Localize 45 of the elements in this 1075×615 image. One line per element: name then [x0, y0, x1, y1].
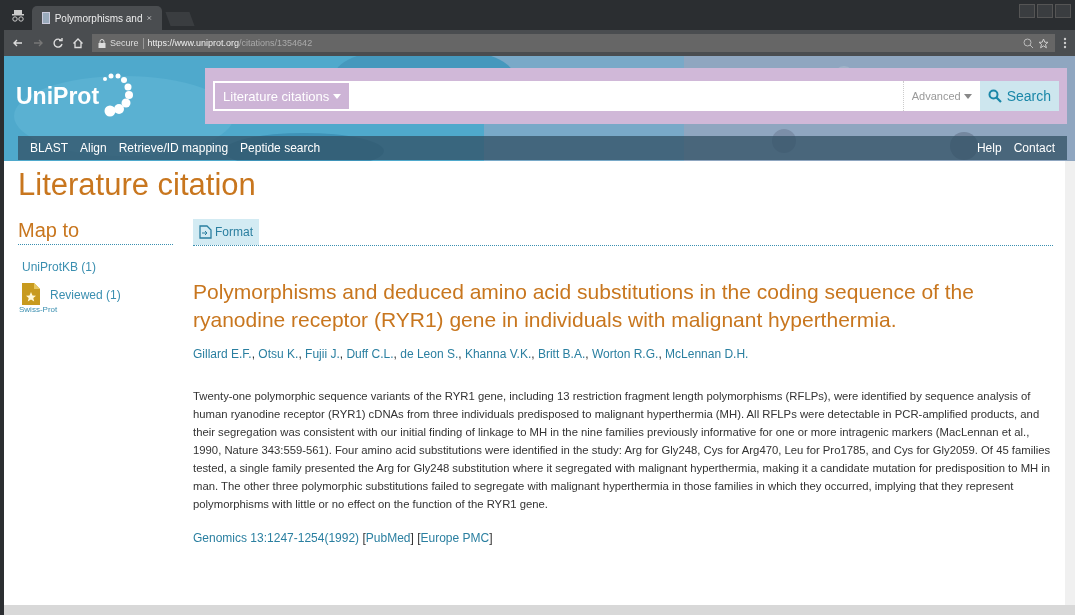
- nav-link[interactable]: Peptide search: [234, 141, 327, 155]
- journal-link[interactable]: Genomics 13:1247-1254(1992): [193, 531, 360, 546]
- nav-link[interactable]: Retrieve/ID mapping: [112, 141, 235, 155]
- logo-text[interactable]: UniProt: [16, 82, 100, 110]
- citation-line: Genomics 13:1247-1254(1992) [PubMed] [Europe PMC]: [193, 531, 494, 546]
- nav-link[interactable]: Help: [970, 141, 1008, 155]
- author-link[interactable]: Fujii J.: [305, 346, 340, 361]
- article-title: Polymorphisms and deduced amino acid substitutions in the coding sequence of the ryanodine receptor (RYR1) gene in individuals with malignant hyperthermia.: [193, 279, 975, 334]
- maximize-button[interactable]: [1037, 4, 1053, 18]
- sidebar-title: Map to: [18, 219, 173, 245]
- document-icon: [199, 225, 212, 239]
- abstract-paragraph: Twenty-one polymorphic sequence variants of the RYR1 gene, including 13 restriction fragment length polymorphisms (RFLPs), were identified by sequence analysis of human ryanodine receptor (RYR1) cDNAs from three individuals predisposed to malignant hyperthermia (MH). All RFLPs were detectable in PCR-amplified products, and their segregation was consistent with our initial finding of linkage to MH in the nine families previously informative for one or more intragenic markers (MacLennan et al., 1990, Nature 343:559-561). Four amino acid substitutions were identified in the study: Arg for Gly248, Cys for Arg470, Leu for Pro1785, and Cys for Gly2059. Of 45 families tested, a single family presented the Arg for Gly248 substitution where it segregated with malignant hyperthermia, making it a candidate mutation for predisposition to MH in man. The other three polymorphic substitutions failed to segregate with malignant hyperthermia in those families in which they occurred, implying that they represent polymorphisms with little or no effect on the function of the RYR1 gene.: [193, 388, 1052, 513]
- search-button[interactable]: Search: [979, 81, 1060, 111]
- author-link[interactable]: Duff C.L.: [346, 346, 394, 361]
- sidebar-sublabel: Swiss-Prot: [19, 305, 59, 314]
- reload-icon[interactable]: [52, 37, 64, 49]
- star-icon[interactable]: [1038, 37, 1049, 49]
- nav-link[interactable]: BLAST: [24, 141, 74, 155]
- forward-icon[interactable]: [32, 37, 44, 49]
- caret-icon: [333, 93, 342, 99]
- author-link[interactable]: Gillard E.F.: [193, 346, 252, 361]
- sidebar-link[interactable]: Reviewed (1): [50, 288, 121, 302]
- back-icon[interactable]: [12, 37, 24, 49]
- author-link[interactable]: McLennan D.H.: [665, 346, 749, 361]
- nav-link[interactable]: Align: [74, 141, 113, 155]
- menu-icon[interactable]: [1063, 37, 1067, 49]
- incognito-icon: [10, 8, 26, 24]
- home-icon[interactable]: [72, 37, 84, 49]
- horizontal-scrollbar[interactable]: [4, 605, 1075, 615]
- format-tab[interactable]: Format: [193, 219, 259, 245]
- address-bar[interactable]: Secure https://www.uniprot.org/citations/1354642: [92, 34, 1055, 52]
- star-document-icon: [22, 283, 40, 305]
- close-button[interactable]: [1055, 4, 1071, 18]
- lock-icon: [98, 38, 106, 48]
- close-icon[interactable]: [147, 14, 152, 22]
- vertical-scrollbar[interactable]: [1065, 161, 1075, 605]
- browser-tab[interactable]: Polymorphisms and: [32, 6, 162, 30]
- author-list: Gillard E.F., Otsu K., Fujii J., Duff C.L., de Leon S., Khanna V.K., Britt B.A., Worton R.G., McLennan D.H.: [193, 346, 1053, 361]
- nav-link[interactable]: Contact: [1007, 141, 1061, 155]
- search-icon: [987, 89, 1002, 103]
- zoom-icon[interactable]: [1023, 37, 1034, 49]
- page-title: Literature citation: [18, 167, 257, 203]
- caret-icon: [963, 93, 972, 99]
- sidebar-link[interactable]: UniProtKB (1): [22, 260, 97, 274]
- minimize-button[interactable]: [1019, 4, 1035, 18]
